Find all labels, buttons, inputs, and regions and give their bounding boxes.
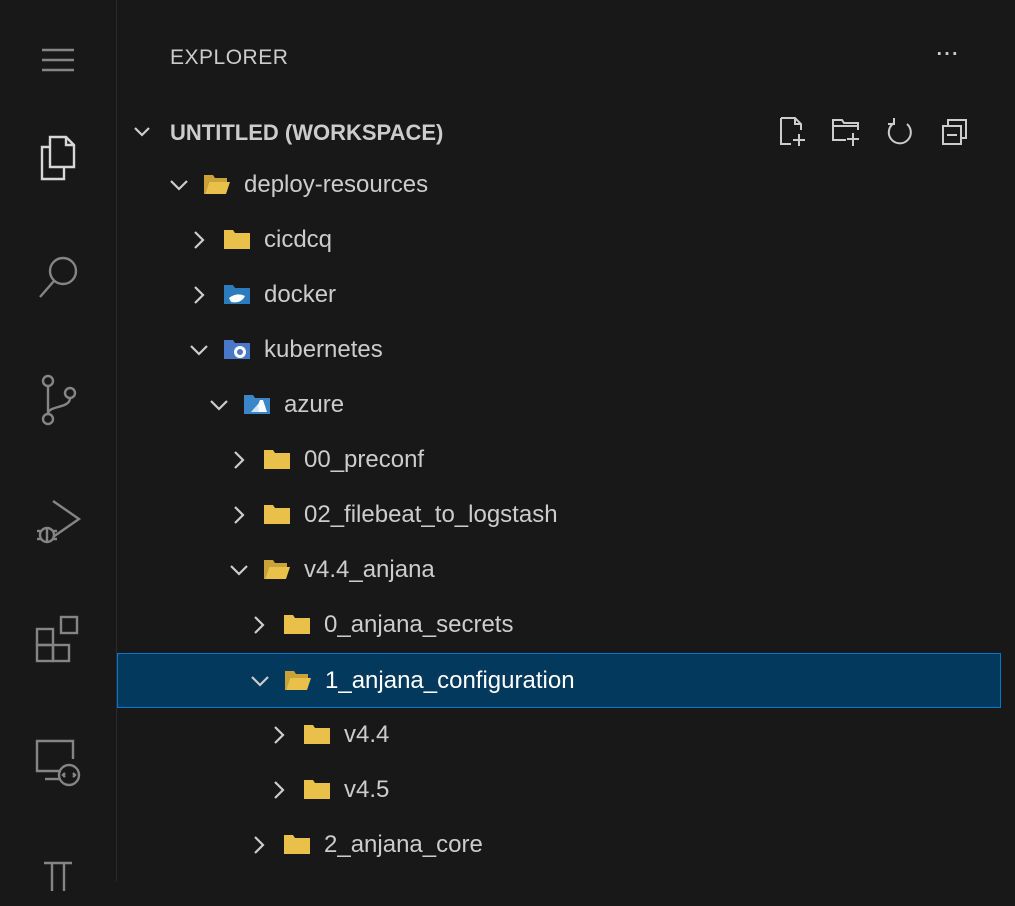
new-folder-icon[interactable] — [826, 112, 866, 152]
chevron-down-icon[interactable] — [169, 175, 189, 195]
folder-azure-icon — [243, 392, 271, 416]
activity-bar — [0, 0, 117, 891]
folder-yellow-icon — [303, 722, 331, 746]
tree-item-00-preconf[interactable]: 00_preconf — [117, 433, 1001, 488]
file-tree: deploy-resources cicdcq docker kubernetes az… — [117, 158, 1015, 873]
folder-kubernetes-icon — [223, 337, 251, 361]
folder-yellow-icon — [283, 832, 311, 856]
tree-item-label: azure — [284, 391, 345, 418]
explorer-title: EXPLORER — [170, 46, 289, 69]
tree-item-deploy-resources[interactable]: deploy-resources — [117, 158, 1001, 213]
workspace-actions — [772, 112, 974, 152]
menu-icon[interactable] — [0, 20, 116, 100]
tree-item-label: 2_anjana_core — [324, 831, 483, 858]
source-control-icon[interactable] — [0, 360, 116, 440]
tree-item-cicdcq[interactable]: cicdcq — [117, 213, 1001, 268]
folder-open-yellow-icon — [263, 557, 291, 581]
chevron-down-icon[interactable] — [250, 671, 270, 691]
chevron-down-icon[interactable] — [229, 560, 249, 580]
tree-item-02-filebeat-to-logstash[interactable]: 02_filebeat_to_logstash — [117, 488, 1001, 543]
chevron-right-icon[interactable] — [189, 285, 209, 305]
chevron-down-icon[interactable] — [209, 395, 229, 415]
chevron-right-icon[interactable] — [229, 505, 249, 525]
tree-item-label: kubernetes — [264, 336, 383, 363]
tree-item-0-anjana-secrets[interactable]: 0_anjana_secrets — [117, 598, 1001, 653]
tree-item-label: docker — [264, 281, 337, 308]
tree-item-1-anjana-configuration[interactable]: 1_anjana_configuration — [117, 653, 1001, 708]
workspace-title: UNTITLED (WORKSPACE) — [170, 120, 444, 145]
tree-item-label: cicdcq — [264, 226, 333, 253]
tree-item-label: deploy-resources — [244, 171, 429, 198]
tree-item-azure[interactable]: azure — [117, 378, 1001, 433]
collapse-all-icon[interactable] — [934, 112, 974, 152]
tree-item-v4-4[interactable]: v4.4 — [117, 708, 1001, 763]
tree-item-kubernetes[interactable]: kubernetes — [117, 323, 1001, 378]
folder-open-yellow-icon — [203, 172, 231, 196]
chevron-down-icon[interactable] — [189, 340, 209, 360]
search-icon[interactable] — [0, 238, 116, 318]
folder-yellow-icon — [283, 612, 311, 636]
remote-explorer-icon[interactable] — [0, 722, 116, 802]
folder-docker-icon — [223, 282, 251, 306]
refresh-icon[interactable] — [880, 112, 920, 152]
chevron-right-icon[interactable] — [189, 230, 209, 250]
tree-item-2-anjana-core[interactable]: 2_anjana_core — [117, 818, 1001, 873]
tree-item-v4-5[interactable]: v4.5 — [117, 763, 1001, 818]
folder-yellow-icon — [263, 447, 291, 471]
tree-item-label: 0_anjana_secrets — [324, 611, 514, 638]
tree-item-label: v4.5 — [344, 776, 390, 803]
folder-yellow-icon — [223, 227, 251, 251]
chevron-right-icon[interactable] — [249, 835, 269, 855]
chevron-right-icon[interactable] — [269, 780, 289, 800]
chevron-right-icon[interactable] — [249, 615, 269, 635]
tree-item-docker[interactable]: docker — [117, 268, 1001, 323]
run-debug-icon[interactable] — [0, 482, 116, 562]
extensions-icon[interactable] — [0, 600, 116, 680]
tree-item-label: v4.4 — [344, 721, 390, 748]
more-actions-button[interactable]: ... — [929, 32, 965, 72]
explorer-files-icon[interactable] — [0, 118, 116, 198]
chevron-right-icon[interactable] — [229, 450, 249, 470]
tree-item-v4-4-anjana[interactable]: v4.4_anjana — [117, 543, 1001, 598]
tree-item-label: 00_preconf — [304, 446, 425, 473]
new-file-icon[interactable] — [772, 112, 812, 152]
explorer-header: EXPLORER ... — [117, 0, 1015, 70]
folder-open-yellow-icon — [284, 668, 312, 692]
explorer-sidebar: EXPLORER ... UNTITLED (WORKSPACE) deploy… — [117, 0, 1015, 881]
folder-yellow-icon — [303, 777, 331, 801]
tree-item-label: 1_anjana_configuration — [325, 667, 575, 694]
workspace-section-header[interactable]: UNTITLED (WORKSPACE) — [117, 104, 1015, 158]
chevron-down-icon — [131, 121, 153, 148]
folder-yellow-icon — [263, 502, 291, 526]
chevron-right-icon[interactable] — [269, 725, 289, 745]
tree-item-label: v4.4_anjana — [304, 556, 435, 583]
testing-flask-icon[interactable] — [0, 826, 116, 906]
tree-item-label: 02_filebeat_to_logstash — [304, 501, 558, 528]
